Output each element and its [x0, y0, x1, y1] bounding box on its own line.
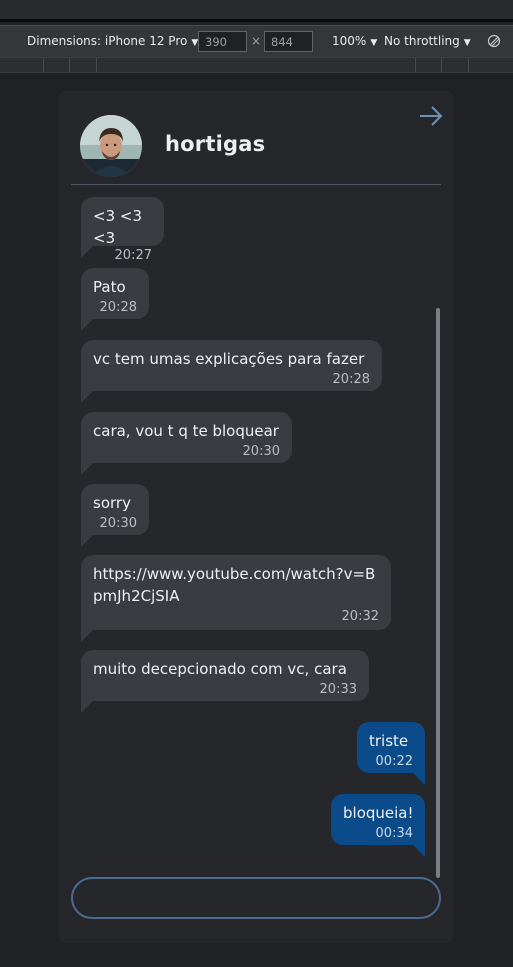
height-input[interactable]: 844 [264, 31, 313, 52]
message-text: bloqueia! [343, 804, 414, 822]
message-input[interactable] [71, 877, 441, 919]
message-bubble: Pato 20:28 [81, 268, 149, 331]
message-text: cara, vou t q te bloquear [93, 422, 279, 440]
chevron-down-icon: ▼ [463, 38, 471, 48]
contact-avatar[interactable] [80, 115, 142, 177]
message-bubble: <3 <3 <3 20:27 [81, 197, 164, 263]
times-sign: × [251, 34, 262, 48]
ruler-tick [69, 58, 70, 72]
device-label: Dimensions: iPhone 12 Pro [27, 34, 188, 48]
message-time: 00:22 [375, 754, 413, 769]
rotate-icon[interactable] [487, 34, 501, 48]
throttling-label: No throttling [384, 34, 460, 48]
contact-name: hortigas [165, 132, 266, 156]
message-time: 20:28 [99, 300, 137, 315]
header-divider [71, 184, 441, 185]
message-time: 20:33 [319, 682, 357, 697]
throttling-select[interactable]: No throttling ▼ [384, 34, 471, 48]
ruler-tick [96, 58, 97, 72]
message-bubble: vc tem umas explicações para fazer 20:28 [81, 340, 382, 403]
message-time: 00:34 [375, 826, 413, 841]
ruler-tick [441, 58, 442, 72]
media-query-ruler [0, 57, 513, 73]
avatar-photo [80, 115, 142, 177]
ruler-tick [468, 58, 469, 72]
message-text: triste [369, 732, 409, 750]
message-bubble: cara, vou t q te bloquear 20:30 [81, 412, 292, 475]
message-text: <3 <3 <3 [93, 207, 142, 247]
zoom-label: 100% [332, 34, 367, 48]
message-link[interactable]: https://www.youtube.com/watch?v=BpmJh2Cj… [93, 563, 379, 607]
arrow-right-icon[interactable] [417, 102, 445, 130]
ruler-tick [415, 58, 416, 72]
message-time: 20:28 [332, 372, 370, 387]
message-text: vc tem umas explicações para fazer [93, 350, 365, 368]
device-toolbar: Dimensions: iPhone 12 Pro ▼ 390 × 844 100… [0, 25, 513, 57]
message-text: Pato [93, 278, 126, 296]
message-text: muito decepcionado com vc, cara [93, 660, 347, 678]
message-text: sorry [93, 494, 131, 512]
message-bubble: sorry 20:30 [81, 484, 149, 547]
message-time: 20:30 [242, 444, 280, 459]
devtools-top-strip [0, 0, 513, 22]
device-select[interactable]: Dimensions: iPhone 12 Pro ▼ [27, 34, 198, 48]
message-time: 20:27 [114, 248, 152, 263]
ruler-tick [43, 58, 44, 72]
width-input[interactable]: 390 [198, 31, 247, 52]
message-bubble: https://www.youtube.com/watch?v=BpmJh2Cj… [81, 555, 391, 642]
zoom-select[interactable]: 100% ▼ [332, 34, 377, 48]
message-time: 20:32 [341, 609, 379, 624]
message-bubble-sent: bloqueia! 00:34 [331, 794, 425, 857]
message-bubble: muito decepcionado com vc, cara 20:33 [81, 650, 369, 713]
scrollbar[interactable] [436, 308, 440, 878]
message-time: 20:30 [99, 516, 137, 531]
chevron-down-icon: ▼ [370, 38, 378, 48]
message-bubble-sent: triste 00:22 [357, 722, 425, 785]
